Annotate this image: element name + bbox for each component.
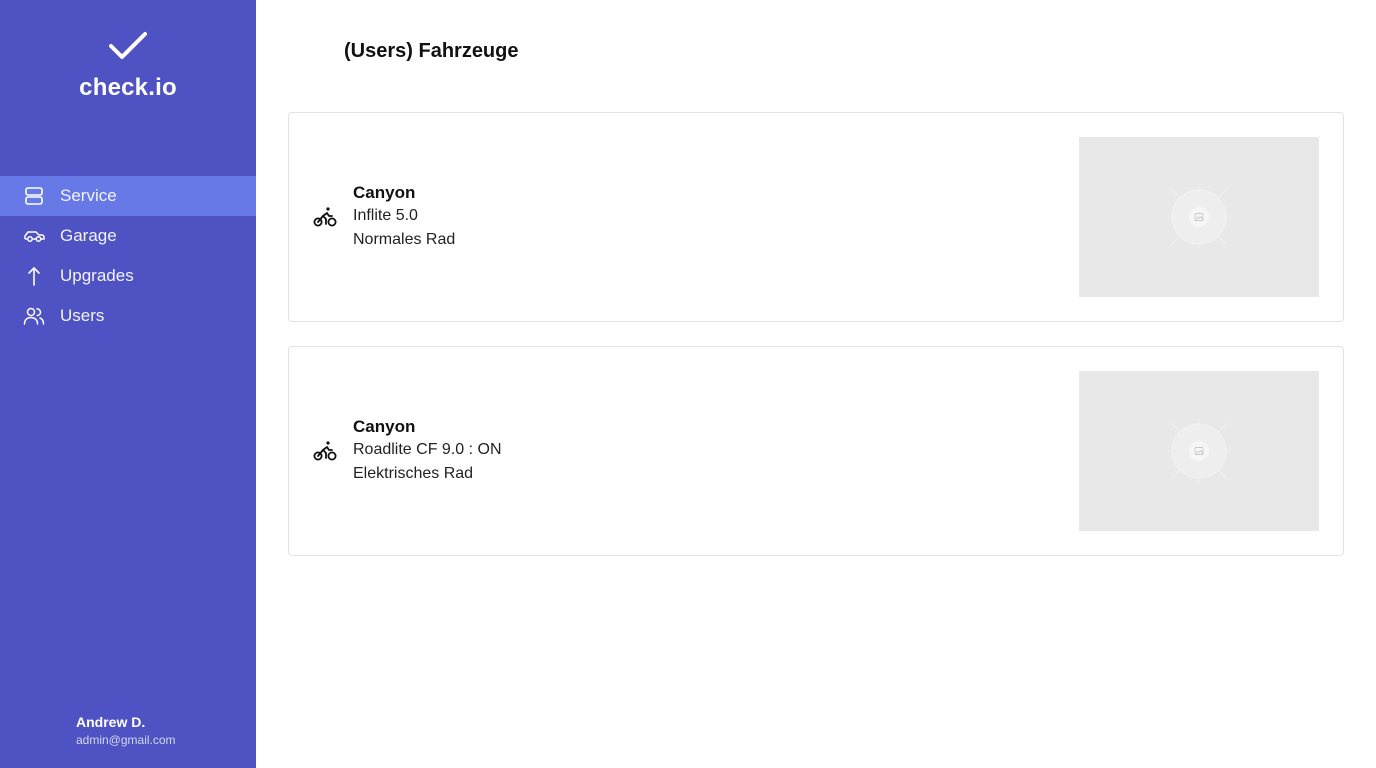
vehicle-image-placeholder — [1079, 371, 1319, 531]
sidebar-item-service[interactable]: Service — [0, 176, 256, 216]
bicycle-icon — [313, 205, 337, 229]
sidebar-item-label: Users — [60, 306, 105, 325]
vehicle-info: Canyon Roadlite CF 9.0 : ON Elektrisches… — [353, 416, 502, 486]
image-placeholder-icon — [1167, 419, 1231, 483]
vehicle-brand: Canyon — [353, 183, 416, 202]
vehicle-type: Elektrisches Rad — [353, 465, 474, 482]
vehicle-brand: Canyon — [353, 417, 416, 436]
sidebar: check.io Service Garage Upgrades Users A… — [0, 0, 256, 768]
bicycle-icon — [313, 439, 337, 463]
users-icon — [23, 305, 45, 327]
page-title: (Users) Fahrzeuge — [344, 40, 519, 62]
sidebar-item-label: Service — [60, 186, 117, 205]
vehicle-card[interactable]: Canyon Inflite 5.0 Normales Rad — [288, 112, 1344, 322]
vehicle-info: Canyon Inflite 5.0 Normales Rad — [353, 182, 455, 252]
user-name: Andrew D. — [76, 714, 146, 730]
main-content: (Users) Fahrzeuge Canyon Inflite 5.0 Nor… — [256, 0, 1376, 768]
vehicle-card[interactable]: Canyon Roadlite CF 9.0 : ON Elektrisches… — [288, 346, 1344, 556]
car-icon — [23, 225, 45, 247]
arrow-up-icon — [23, 265, 45, 287]
checkmark-icon — [109, 32, 147, 59]
sidebar-item-label: Garage — [60, 226, 117, 245]
user-email: admin@gmail.com — [76, 733, 176, 747]
vehicle-model: Inflite 5.0 — [353, 207, 418, 224]
sidebar-item-users[interactable]: Users — [0, 296, 256, 336]
sidebar-nav: Service Garage Upgrades Users — [0, 176, 256, 336]
sidebar-item-garage[interactable]: Garage — [0, 216, 256, 256]
app-logo[interactable]: check.io — [0, 30, 256, 102]
sidebar-item-upgrades[interactable]: Upgrades — [0, 256, 256, 296]
vehicle-image-placeholder — [1079, 137, 1319, 297]
vehicle-type: Normales Rad — [353, 231, 456, 248]
user-profile[interactable]: Andrew D. admin@gmail.com — [76, 714, 176, 747]
vehicle-model: Roadlite CF 9.0 : ON — [353, 441, 502, 458]
image-placeholder-icon — [1167, 185, 1231, 249]
app-name: check.io — [79, 74, 177, 101]
sidebar-item-label: Upgrades — [60, 266, 134, 285]
server-icon — [23, 185, 45, 207]
